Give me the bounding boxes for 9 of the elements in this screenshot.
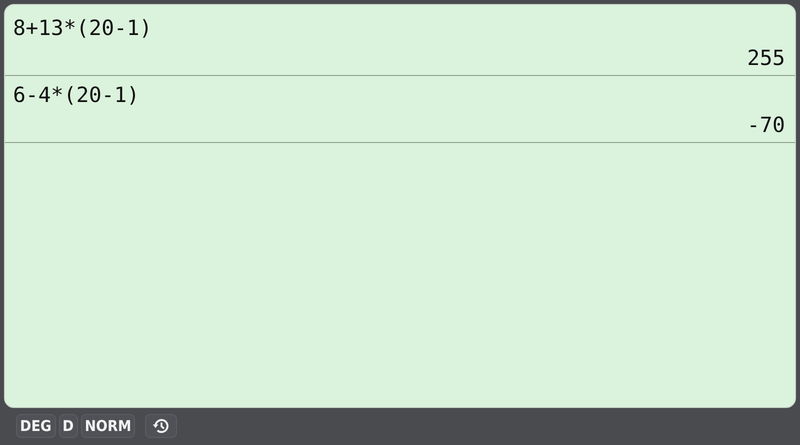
mode-indicator[interactable]: NORM	[80, 414, 136, 438]
expression-text: 6-4*(20-1)	[13, 82, 140, 108]
history-icon	[152, 417, 170, 435]
mode-indicator[interactable]: DEG	[16, 414, 56, 438]
history-button[interactable]	[145, 414, 178, 438]
mode-indicator[interactable]: D	[58, 414, 78, 438]
result-text: 255	[747, 45, 785, 71]
result-text: -70	[747, 112, 785, 138]
expression-text: 8+13*(20-1)	[13, 15, 152, 41]
